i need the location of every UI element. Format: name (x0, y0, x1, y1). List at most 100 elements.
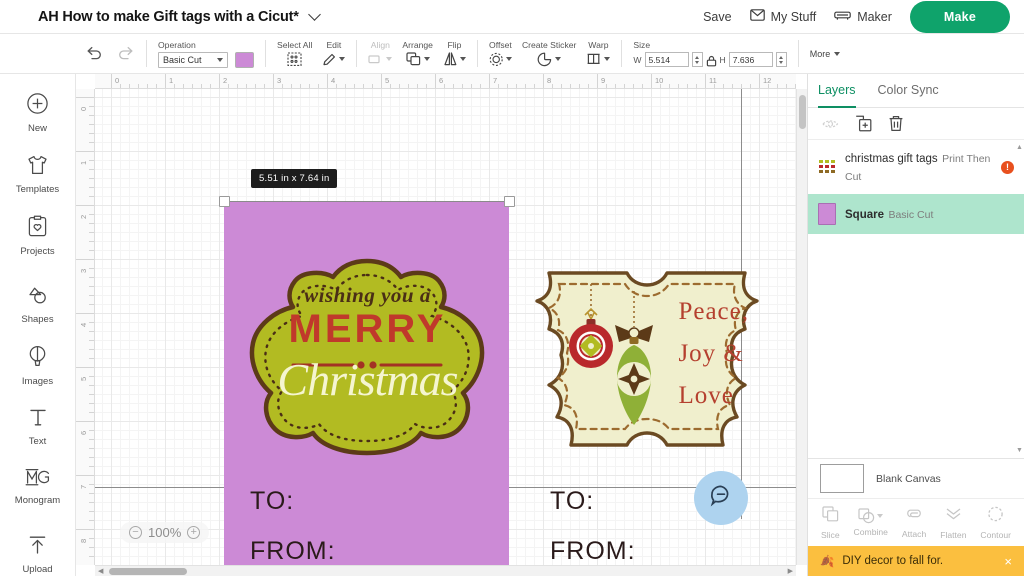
chevron-down-icon (834, 52, 840, 56)
trash-icon[interactable] (888, 115, 904, 132)
sidebar-item-shapes[interactable]: Shapes (0, 275, 75, 335)
sidebar-label-monogram: Monogram (15, 495, 60, 506)
tag2-line3: Love (678, 375, 749, 417)
layers-scroll-up-arrow[interactable]: ▲ (1016, 144, 1023, 151)
create-sticker-label: Create Sticker (522, 40, 576, 50)
warp-button[interactable]: Warp (586, 40, 610, 68)
height-input[interactable]: 7.636 (729, 52, 773, 67)
tab-layers[interactable]: Layers (818, 74, 856, 108)
vertical-ruler: 012345678 (76, 89, 95, 565)
sidebar-item-new[interactable]: New (0, 82, 75, 144)
warning-badge-icon[interactable]: ! (1001, 161, 1014, 174)
operation-value: Basic Cut (163, 55, 202, 65)
warp-label: Warp (588, 40, 608, 50)
layers-scrollbar[interactable]: ▲ ▼ (1016, 144, 1023, 454)
horizontal-scroll-thumb[interactable] (109, 568, 187, 575)
project-title[interactable]: AH How to make Gift tags with a Cicut* (38, 9, 319, 25)
size-tooltip: 5.51 in x 7.64 in (251, 169, 337, 188)
ruler-tick-v: 3 (79, 269, 88, 273)
attach-icon (905, 507, 923, 526)
ruler-line-h (597, 74, 598, 89)
canvas-horizontal-scrollbar[interactable]: ◀ ▶ (95, 565, 796, 576)
scroll-right-arrow[interactable]: ▶ (788, 567, 793, 575)
flatten-button[interactable]: Flatten (940, 506, 966, 540)
promo-banner[interactable]: 🍂 DIY decor to fall for. × (808, 546, 1024, 576)
sidebar-label-upload: Upload (22, 564, 52, 575)
selection-handle-top-right[interactable] (504, 196, 515, 207)
height-stepper[interactable] (776, 52, 787, 67)
operation-select[interactable]: Basic Cut (158, 52, 228, 68)
machine-selector[interactable]: Maker (834, 10, 892, 24)
zoom-out-button[interactable]: − (129, 526, 142, 539)
sidebar-item-monogram[interactable]: Monogram (0, 457, 75, 516)
lock-aspect-ratio-icon[interactable] (706, 55, 717, 67)
my-stuff-button[interactable]: My Stuff (750, 9, 817, 24)
select-all-button[interactable]: Select All (277, 40, 312, 68)
sidebar-item-text[interactable]: Text (0, 397, 75, 457)
ruler-line-v (76, 259, 95, 260)
layer-name: Square (845, 209, 884, 221)
arrange-button[interactable]: Arrange (402, 40, 433, 68)
align-label: Align (371, 40, 390, 50)
canvas-background-row[interactable]: Blank Canvas (808, 458, 1024, 498)
combine-button[interactable]: Combine (854, 508, 888, 537)
selection-handle-top-left[interactable] (219, 196, 230, 207)
canvas-thumbnail[interactable] (820, 464, 864, 493)
flip-button[interactable]: Flip (443, 40, 466, 68)
width-input[interactable]: 5.514 (645, 52, 689, 67)
merry-christmas-tag[interactable]: wishing you a MERRY Christmas (235, 257, 500, 457)
sidebar-label-images: Images (22, 376, 53, 387)
operation-color-swatch[interactable] (235, 52, 254, 68)
slice-button[interactable]: Slice (821, 506, 840, 540)
layer-row[interactable]: christmas gift tags Print Then Cut ! (808, 140, 1024, 194)
zoom-control[interactable]: − 100% + (120, 522, 209, 543)
make-button[interactable]: Make (910, 1, 1010, 33)
undo-icon[interactable] (85, 46, 102, 62)
width-stepper[interactable] (692, 52, 703, 67)
visibility-icon[interactable] (822, 117, 839, 131)
redo-icon[interactable] (118, 46, 135, 62)
offset-button[interactable]: Offset (489, 40, 512, 68)
ruler-tick-v: 0 (79, 107, 88, 111)
canvas-vertical-scrollbar[interactable] (796, 89, 807, 565)
layers-scroll-down-arrow[interactable]: ▼ (1016, 447, 1023, 454)
edit-button[interactable]: Edit (322, 40, 345, 68)
contour-button[interactable]: Contour (980, 506, 1011, 540)
contour-icon (987, 506, 1004, 527)
more-group: More (801, 34, 850, 73)
attach-button[interactable]: Attach (902, 507, 926, 539)
sidebar-item-upload[interactable]: Upload (0, 524, 75, 576)
layer-row[interactable]: Square Basic Cut (808, 194, 1024, 234)
sidebar-label-new: New (28, 123, 47, 134)
help-chat-button[interactable] (694, 471, 748, 525)
tag1-line3: Christmas (235, 353, 500, 406)
canvas-grid[interactable]: wishing you a MERRY Christmas TO: FROM: (95, 89, 796, 565)
tag1-line2: MERRY (235, 307, 500, 352)
vertical-scroll-thumb[interactable] (799, 95, 806, 129)
more-button[interactable]: More (810, 49, 841, 59)
zoom-level-label: 100% (148, 525, 181, 540)
sidebar-item-projects[interactable]: Projects (0, 205, 75, 267)
layer-text: Square Basic Cut (845, 205, 1014, 223)
sidebar-label-projects: Projects (20, 246, 54, 257)
sidebar-item-templates[interactable]: Templates (0, 144, 75, 205)
zoom-in-button[interactable]: + (187, 526, 200, 539)
peace-joy-love-tag[interactable]: Peace, Joy & Love (527, 267, 767, 453)
my-stuff-label: My Stuff (771, 10, 817, 24)
tab-color-sync[interactable]: Color Sync (878, 74, 939, 108)
design-canvas[interactable]: 012345678910111213 012345678 (76, 74, 807, 576)
layers-list[interactable]: christmas gift tags Print Then Cut ! Squ… (808, 140, 1024, 458)
create-sticker-button[interactable]: Create Sticker (522, 40, 576, 68)
toolbar-divider (621, 40, 622, 67)
sidebar-item-images[interactable]: Images (0, 335, 75, 397)
scroll-left-arrow[interactable]: ◀ (98, 567, 103, 575)
tag1-to-label: TO: (250, 487, 294, 516)
align-button[interactable]: Align (368, 40, 392, 68)
offset-label: Offset (489, 40, 512, 50)
duplicate-icon[interactable] (855, 115, 872, 132)
ruler-tick-h: 4 (331, 76, 335, 85)
chevron-down-icon[interactable] (308, 8, 321, 21)
ruler-tick-h: 1 (169, 76, 173, 85)
close-icon[interactable]: × (1004, 554, 1012, 569)
save-button[interactable]: Save (703, 10, 732, 24)
